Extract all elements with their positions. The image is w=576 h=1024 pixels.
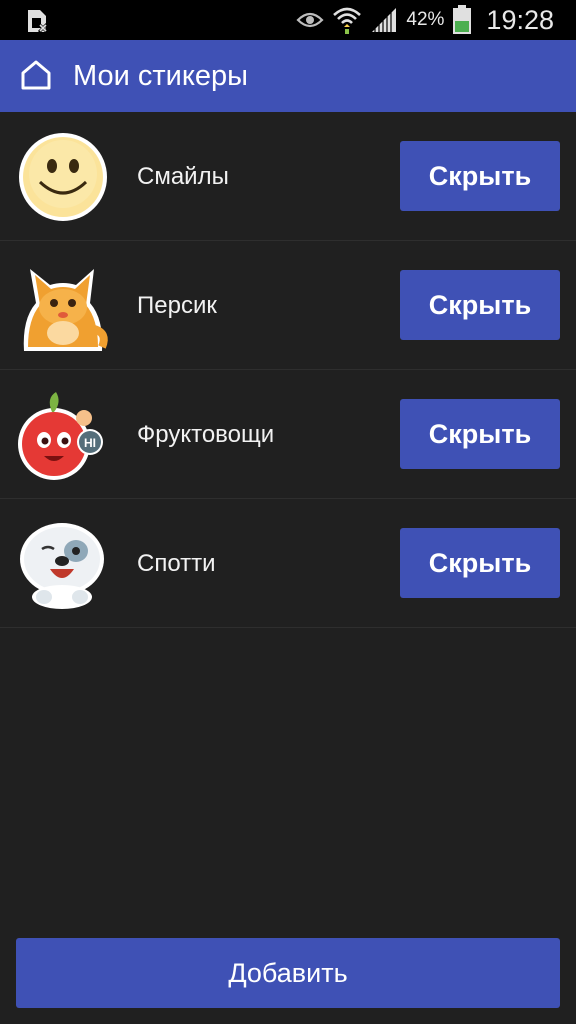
battery-icon — [453, 5, 472, 34]
smiley-sticker — [19, 133, 107, 221]
sticker-list: Смайлы Скрыть Персик Скрыть HI Фруктовощ… — [0, 112, 576, 628]
hide-button[interactable]: Скрыть — [400, 399, 560, 469]
add-button[interactable]: Добавить — [16, 938, 560, 1008]
sticker-name: Смайлы — [137, 163, 229, 190]
clock: 19:28 — [486, 4, 554, 35]
hide-button[interactable]: Скрыть — [400, 528, 560, 598]
list-item: Спотти Скрыть — [0, 499, 576, 628]
hide-button[interactable]: Скрыть — [400, 270, 560, 340]
home-icon[interactable] — [20, 59, 52, 91]
status-bar: 42% 19:28 — [0, 0, 576, 40]
signal-icon — [372, 8, 397, 32]
app-bar: Мои стикеры — [0, 40, 576, 112]
list-item: HI Фруктовощи Скрыть — [0, 370, 576, 499]
page-title: Мои стикеры — [73, 60, 248, 92]
list-item: Смайлы Скрыть — [0, 112, 576, 241]
list-item: Персик Скрыть — [0, 241, 576, 370]
eye-icon — [296, 12, 324, 28]
dog-sticker — [20, 523, 104, 609]
apple-sticker: HI — [18, 392, 103, 480]
sticker-name: Фруктовощи — [137, 421, 275, 448]
battery-percent: 42% — [406, 9, 445, 30]
cat-sticker — [23, 269, 108, 351]
svg-text:HI: HI — [84, 436, 96, 450]
sim-icon — [28, 10, 49, 34]
sticker-name: Персик — [137, 292, 217, 319]
hide-button[interactable]: Скрыть — [400, 141, 560, 211]
wifi-icon — [333, 7, 362, 34]
sticker-name: Спотти — [137, 550, 216, 577]
